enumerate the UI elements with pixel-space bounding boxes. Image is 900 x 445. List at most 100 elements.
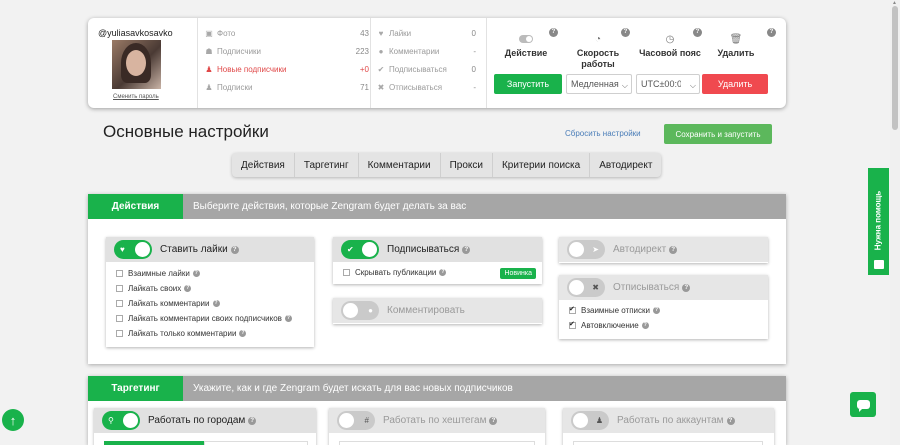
help-icon[interactable]: ? — [184, 285, 192, 292]
help-icon[interactable]: ? — [621, 28, 630, 37]
help-icon[interactable]: ? — [439, 269, 447, 276]
scroll-to-top-button[interactable]: ↑ — [2, 409, 24, 431]
action-column: ? Действие — [492, 26, 560, 59]
accounts-toggle[interactable]: ♟ — [571, 411, 609, 430]
avatar[interactable] — [112, 40, 161, 89]
help-icon[interactable]: ? — [248, 417, 257, 425]
checkbox[interactable] — [116, 300, 123, 307]
block-title: Комментировать — [387, 305, 465, 316]
help-icon[interactable]: ? — [239, 330, 247, 337]
timezone-select[interactable]: UTC±00:00 ⌵ — [636, 74, 700, 94]
comment-block: ● Комментировать — [333, 298, 542, 324]
checkbox[interactable] — [116, 315, 123, 322]
check-icon: ✔ — [347, 245, 354, 254]
tab-targeting[interactable]: Таргетинг — [295, 153, 359, 177]
help-icon[interactable]: ? — [212, 300, 220, 307]
tab-comments[interactable]: Комментарии — [359, 153, 441, 177]
block-title: Работать по городам? — [148, 415, 257, 426]
delete-column: ? 🗑 Удалить — [702, 26, 776, 59]
block-title: Ставить лайки? — [160, 244, 239, 255]
reset-settings-link[interactable]: Сбросить настройки — [565, 129, 641, 138]
panel-tag: Действия — [88, 194, 183, 219]
checkbox[interactable] — [116, 285, 123, 292]
help-icon[interactable]: ? — [693, 28, 702, 37]
tab-actions[interactable]: Действия — [232, 153, 295, 177]
unsubscribe-toggle[interactable]: ✖ — [567, 278, 605, 297]
trash-icon: 🗑 — [729, 33, 743, 45]
option-mutual-likes[interactable]: Взаимные лайки? — [106, 266, 314, 281]
autodirect-toggle[interactable]: ➤ — [567, 240, 605, 259]
comment-icon: ● — [378, 46, 384, 56]
help-icon[interactable]: ? — [669, 246, 678, 254]
option-like-comments[interactable]: Лайкать комментарии? — [106, 296, 314, 311]
tab-proxy[interactable]: Прокси — [441, 153, 493, 177]
checkbox[interactable] — [116, 330, 123, 337]
block-title: Подписываться? — [387, 244, 471, 255]
help-icon[interactable]: ? — [230, 246, 239, 254]
comment-toggle[interactable]: ● — [341, 301, 379, 320]
accounts-block: ♟ Работать по аккаунтам? — [563, 408, 774, 445]
stat-row-following: ♟ Подписки 71 — [205, 82, 369, 92]
username: @yuliasavkosavko — [98, 28, 173, 38]
help-icon[interactable]: ? — [284, 315, 292, 322]
stat-row-followers: ☗ Подписчики 223 — [205, 46, 369, 56]
help-icon[interactable]: ? — [641, 322, 649, 329]
cities-block: ⚲ Работать по городам? — [94, 408, 316, 445]
check-icon: ✔ — [377, 64, 385, 74]
stats-left: ▣ Фото 43 ☗ Подписчики 223 ♟ Новые подпи… — [204, 24, 370, 96]
x-icon: ✖ — [377, 82, 385, 92]
block-title: Отписываться? — [613, 282, 691, 293]
arrow-up-icon: ↑ — [9, 412, 17, 428]
new-follower-icon: ♟ — [205, 64, 213, 74]
panel-header: Действия Выберите действия, которые Zeng… — [88, 194, 786, 219]
help-icon[interactable]: ? — [652, 307, 660, 314]
help-tab[interactable]: Нужна помощь — [868, 168, 889, 275]
subscribe-block: ✔ Подписываться? Скрывать публикации? Но… — [333, 237, 542, 284]
help-icon[interactable]: ? — [767, 28, 776, 37]
help-icon[interactable]: ? — [462, 246, 471, 254]
speed-select[interactable]: Медленная ⌵ — [566, 74, 632, 94]
page-title: Основные настройки — [103, 122, 269, 141]
option-like-only-comments[interactable]: Лайкать только комментарии? — [106, 326, 314, 341]
option-like-follower-comments[interactable]: Лайкать комментарии своих подписчиков? — [106, 311, 314, 326]
heart-icon: ♥ — [378, 28, 384, 38]
help-icon[interactable]: ? — [192, 270, 200, 277]
tab-search-criteria[interactable]: Критерии поиска — [493, 153, 591, 177]
actions-panel: Действия Выберите действия, которые Zeng… — [88, 194, 786, 364]
chat-button[interactable] — [850, 392, 876, 417]
help-icon[interactable]: ? — [549, 28, 558, 37]
stat-row-likes: ♥ Лайки 0 — [376, 24, 476, 42]
panel-description: Выберите действия, которые Zengram будет… — [193, 201, 467, 212]
scrollbar[interactable]: ▲ — [890, 0, 900, 445]
checkbox[interactable] — [116, 270, 123, 277]
option-mutual-unfollow[interactable]: Взаимные отписки? — [559, 303, 768, 318]
run-button[interactable]: Запустить — [494, 74, 562, 94]
likes-block: ♥ Ставить лайки? Взаимные лайки? Лайкать… — [106, 237, 314, 347]
likes-toggle[interactable]: ♥ — [114, 240, 152, 259]
chat-icon — [873, 260, 884, 269]
cities-toggle[interactable]: ⚲ — [102, 411, 140, 430]
help-icon[interactable]: ? — [489, 417, 498, 425]
checkbox[interactable] — [569, 305, 576, 314]
hashtags-toggle[interactable]: # — [337, 411, 375, 430]
block-title: Работать по хештегам? — [383, 415, 498, 426]
subscribe-toggle[interactable]: ✔ — [341, 240, 379, 259]
delete-button[interactable]: Удалить — [702, 74, 768, 94]
panel-header: Таргетинг Укажите, как и где Zengram буд… — [88, 376, 786, 401]
help-icon[interactable]: ? — [682, 284, 691, 292]
tab-autodirect[interactable]: Автодирект — [590, 153, 661, 177]
heart-icon: ♥ — [120, 245, 125, 254]
help-icon[interactable]: ? — [726, 417, 735, 425]
divider — [370, 18, 371, 108]
account-card: @yuliasavkosavko Сменить пароль ▣ Фото 4… — [88, 18, 786, 108]
scrollbar-thumb[interactable] — [892, 6, 898, 130]
location-pin-icon: ⚲ — [108, 416, 114, 425]
hashtag-icon: # — [364, 416, 369, 425]
change-password-link[interactable]: Сменить пароль — [113, 94, 159, 100]
save-and-run-button[interactable]: Сохранить и запустить — [664, 124, 772, 144]
option-like-own[interactable]: Лайкать своих? — [106, 281, 314, 296]
option-auto-enable[interactable]: Автовключение? — [559, 318, 768, 333]
checkbox[interactable] — [343, 269, 350, 276]
checkbox[interactable] — [569, 320, 576, 329]
stat-row-unsubscribe: ✖ Отписываться - — [377, 82, 476, 92]
